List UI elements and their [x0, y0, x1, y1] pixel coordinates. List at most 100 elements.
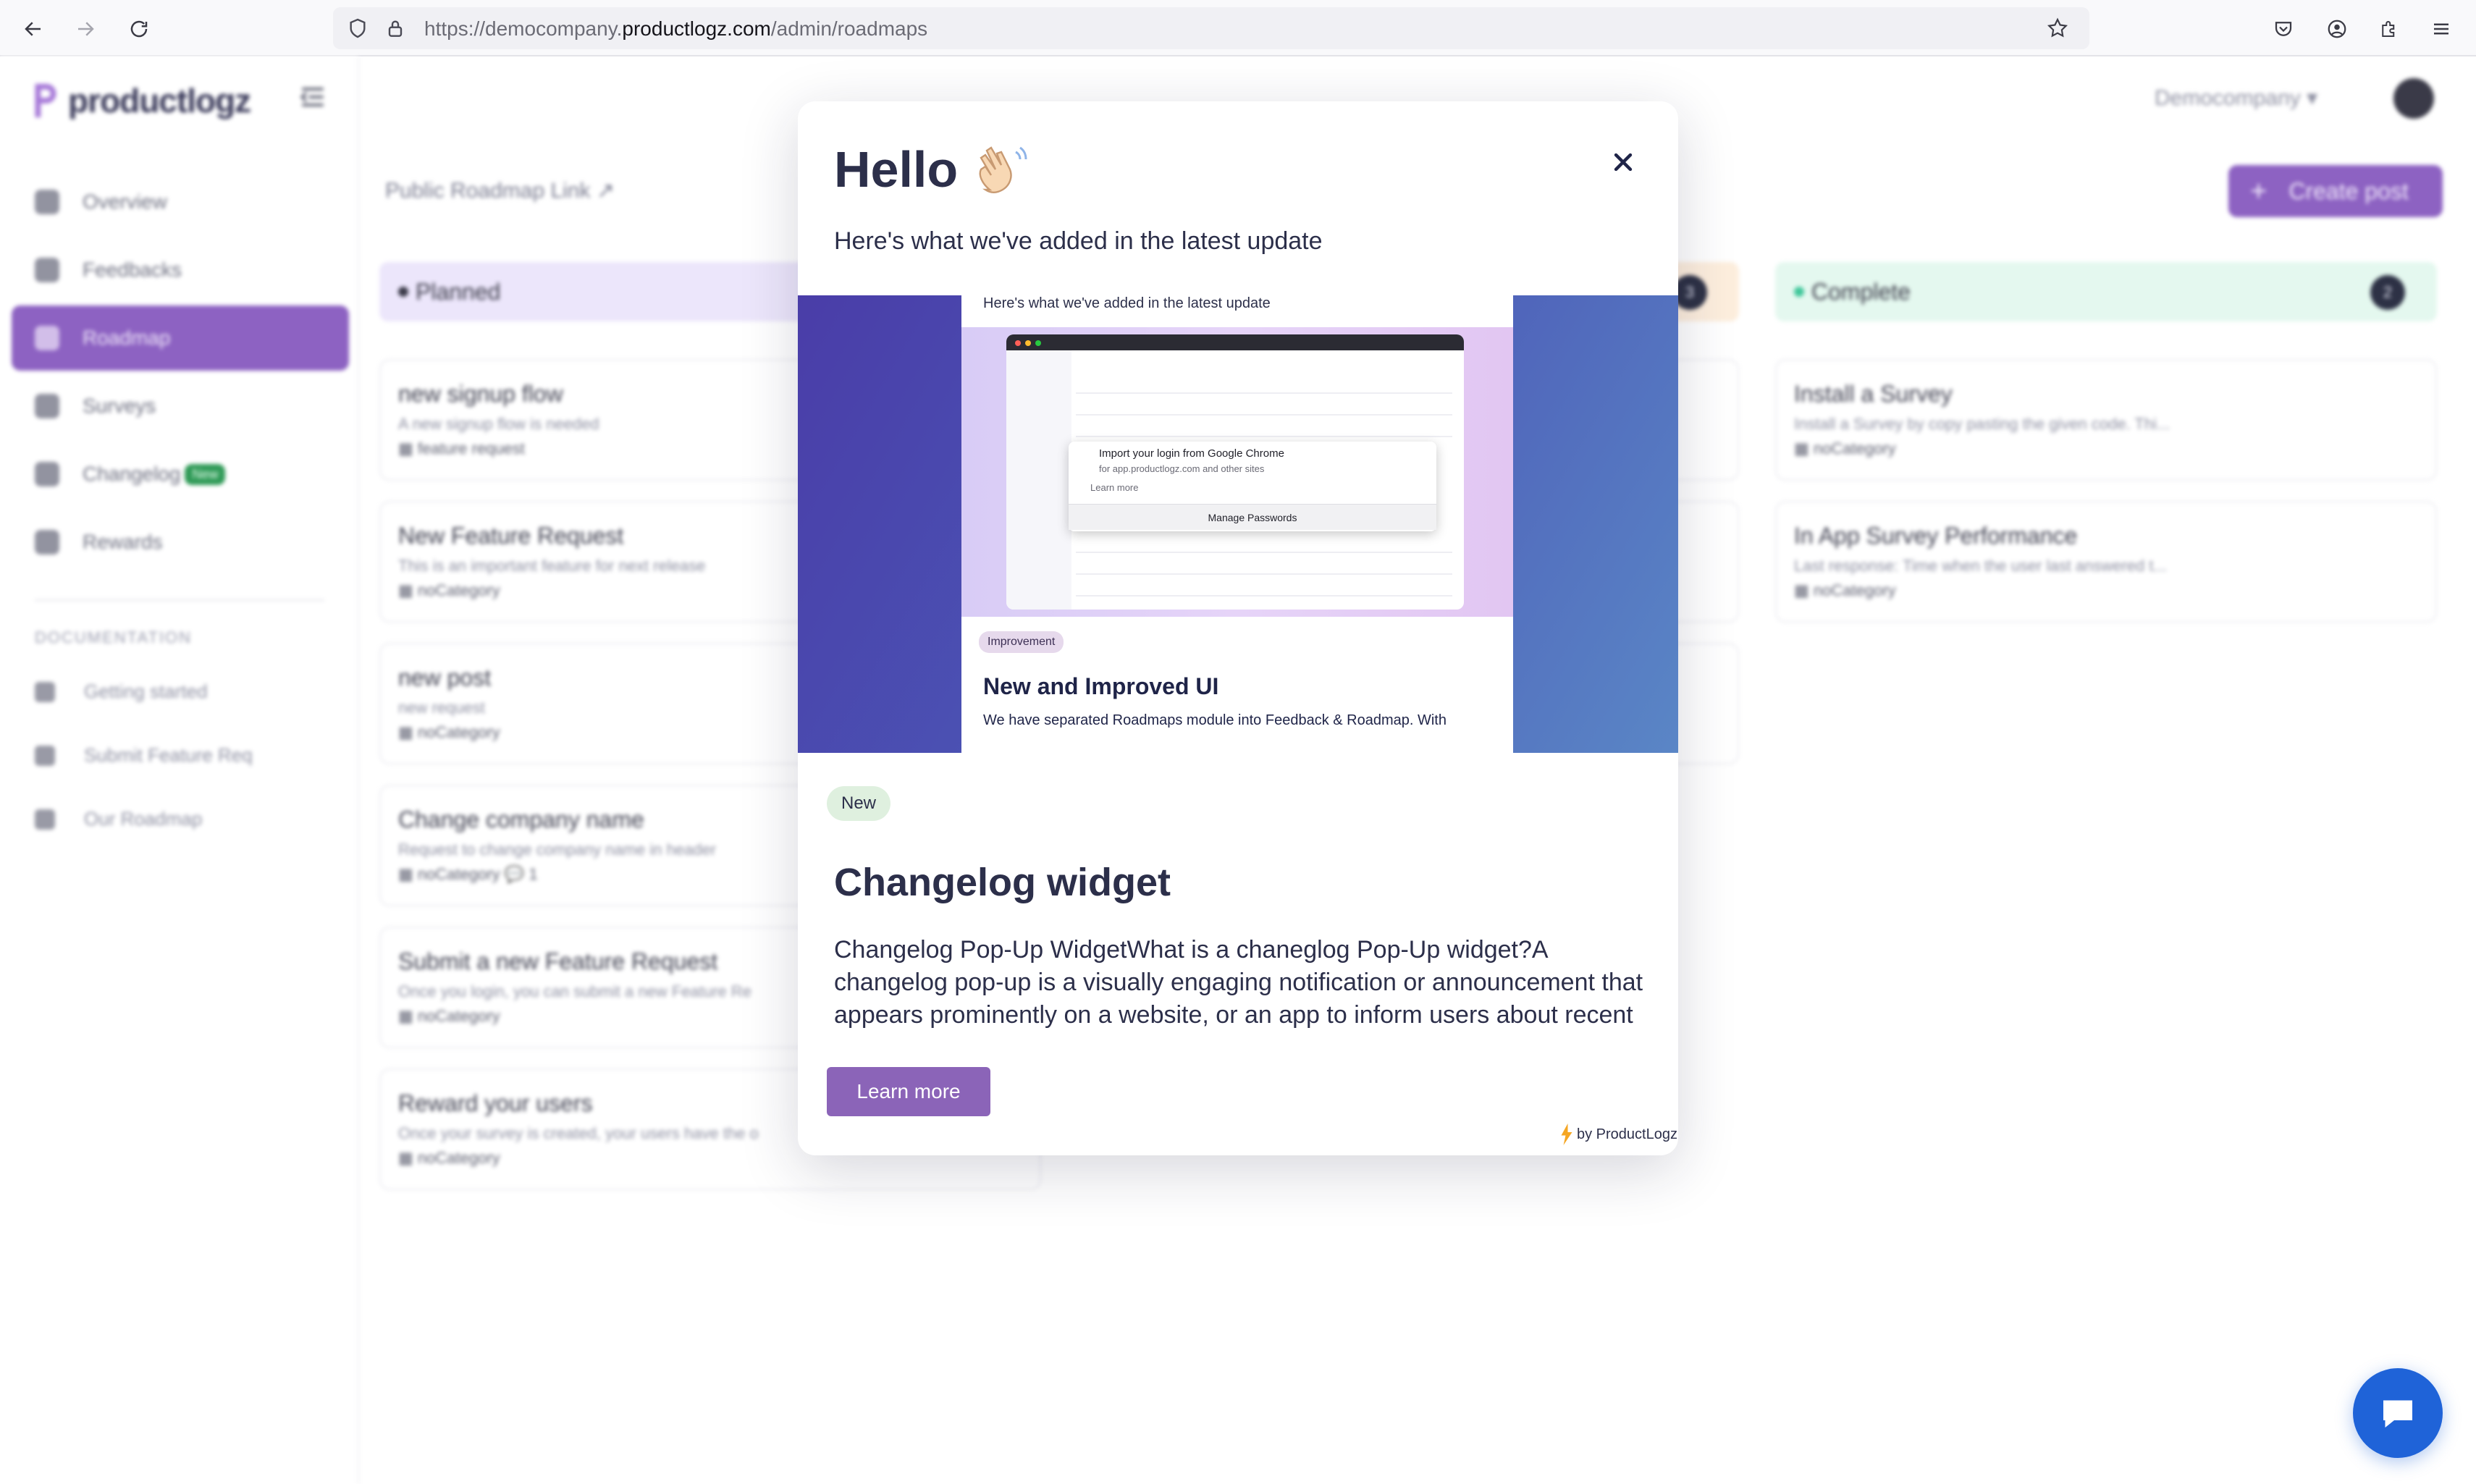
roadmap-card[interactable]: Install a Survey Install a Survey by copy… [1775, 359, 2437, 481]
puzzle-icon [2382, 21, 2395, 37]
doc-item-label: Our Roadmap [84, 808, 203, 830]
comment-icon: 💬 [504, 865, 525, 883]
sidebar-item-label: Feedbacks [83, 258, 182, 281]
column-header-complete: Complete [1775, 262, 2437, 321]
screen: https://democompany.productlogz.com/admi… [0, 0, 2476, 1484]
sidebar-divider [35, 599, 324, 601]
pocket-button[interactable] [2267, 13, 2299, 45]
external-link-icon: ↗ [596, 179, 615, 203]
url-path: /admin/roadmaps [770, 17, 928, 40]
roadmap-icon [35, 326, 59, 350]
hamburger-icon [2434, 23, 2448, 35]
close-icon [1614, 153, 1633, 172]
mock-sidebar [1006, 350, 1071, 610]
modal-title: Hello [834, 140, 1030, 198]
card-title: In App Survey Performance [1794, 523, 2078, 549]
logo-text: productlogz [68, 82, 251, 119]
create-post-button[interactable]: + Create post [2228, 165, 2443, 217]
column-title: Planned [416, 278, 501, 305]
chat-button[interactable] [2353, 1368, 2443, 1458]
banner-subtitle: Here's what we've added in the latest up… [983, 295, 1271, 311]
card-category-text: noCategory [417, 723, 500, 741]
sidebar-item-label: Roadmap [83, 326, 171, 349]
password-import-popup: Import your login from Google Chrome for… [1069, 442, 1436, 531]
complete-dot [1794, 287, 1804, 297]
sidebar-item-feedbacks[interactable]: Feedbacks [12, 237, 349, 303]
doc-item-label: Getting started [84, 680, 208, 702]
sidebar-item-changelog[interactable]: Changelog New [12, 442, 349, 507]
card-title: Install a Survey [1794, 381, 1953, 407]
extensions-button[interactable] [2373, 13, 2405, 45]
arrow-right-icon [78, 22, 94, 36]
banner-screenshot: Import your login from Google Chrome for… [961, 327, 1513, 617]
account-icon [2328, 20, 2346, 38]
menu-button[interactable] [2425, 13, 2457, 45]
mock-row [1076, 436, 1452, 437]
forward-button[interactable] [70, 13, 101, 45]
logo-mark-icon [35, 83, 56, 118]
powered-by-link[interactable]: by ProductLogz [1559, 1123, 1677, 1145]
changelog-modal: Hello Here's what we've added in the lat… [798, 101, 1678, 1155]
url-prefix: https://democompany. [424, 17, 623, 40]
public-roadmap-link[interactable]: Public Roadmap Link ↗ [385, 178, 615, 203]
reload-button[interactable] [123, 13, 155, 45]
sidebar: productlogz Overview Feedbacks Roadmap S… [0, 56, 359, 1484]
star-icon[interactable] [2046, 17, 2069, 40]
plus-icon: + [2250, 174, 2267, 207]
banner-desc: We have separated Roadmaps module into F… [983, 712, 1447, 728]
gift-icon [35, 530, 59, 555]
modal-title-text: Hello [834, 141, 959, 198]
post-title: Changelog widget [834, 861, 1171, 904]
card-category-text: feature request [417, 439, 525, 458]
sidebar-item-label: Overview [83, 190, 167, 213]
sidebar-item-overview[interactable]: Overview [12, 169, 349, 235]
column-title: Complete [1811, 278, 1911, 305]
update-banner-image: Here's what we've added in the latest up… [798, 295, 1678, 753]
column-count: 2 [2370, 275, 2405, 310]
company-switcher[interactable]: Democompany ▾ [2155, 85, 2317, 111]
sidebar-item-label: Rewards [83, 531, 163, 553]
sidebar-item-label: Surveys [83, 395, 156, 417]
public-roadmap-label: Public Roadmap Link [385, 179, 591, 203]
doc-item-our-roadmap[interactable]: Our Roadmap [35, 808, 202, 830]
feedback-icon [35, 258, 59, 282]
card-category: ▦ noCategory [1794, 581, 1896, 599]
collapse-sidebar-icon[interactable] [297, 81, 329, 113]
url-text: https://democompany.productlogz.com/admi… [424, 17, 927, 41]
card-category: ▦ noCategory [1794, 439, 1896, 458]
shield-icon [350, 18, 366, 38]
back-button[interactable] [17, 13, 49, 45]
card-category-text: noCategory [417, 1007, 500, 1025]
sidebar-section-label: DOCUMENTATION [35, 628, 193, 646]
card-category-text: noCategory [417, 1149, 500, 1167]
learn-more-button[interactable]: Learn more [827, 1067, 990, 1116]
post-description: Changelog Pop-Up WidgetWhat is a chanegl… [834, 936, 1643, 1035]
pocket-icon [2275, 22, 2292, 36]
card-category-text: noCategory [1813, 439, 1896, 458]
waving-hand-icon [979, 146, 1027, 193]
sidebar-item-roadmap[interactable]: Roadmap [12, 305, 349, 371]
account-button[interactable] [2321, 13, 2353, 45]
close-button[interactable] [1606, 145, 1641, 180]
url-bar[interactable]: https://democompany.productlogz.com/admi… [333, 7, 2089, 49]
mock-row [1076, 573, 1452, 575]
mock-row [1076, 552, 1452, 553]
sidebar-item-rewards[interactable]: Rewards [12, 510, 349, 575]
sidebar-item-surveys[interactable]: Surveys [12, 374, 349, 439]
new-badge: New [185, 463, 226, 485]
roadmap-card[interactable]: In App Survey Performance Last response: … [1775, 501, 2437, 623]
new-badge: New [827, 786, 891, 821]
doc-item-label: Submit Feature Req [84, 744, 253, 766]
improvement-badge: Improvement [979, 631, 1064, 653]
avatar[interactable] [2393, 78, 2434, 119]
mock-row [1076, 595, 1452, 596]
browser-toolbar: https://democompany.productlogz.com/admi… [0, 0, 2476, 56]
logo[interactable]: productlogz [32, 81, 251, 120]
lightning-icon [1561, 1123, 1572, 1145]
music-icon [35, 681, 55, 702]
lock-icon [388, 20, 403, 37]
doc-item-submit-feature[interactable]: Submit Feature Req [35, 744, 253, 767]
doc-item-getting-started[interactable]: Getting started [35, 680, 208, 703]
flag-icon [35, 809, 55, 830]
popup-line2: for app.productlogz.com and other sites [1099, 463, 1265, 474]
